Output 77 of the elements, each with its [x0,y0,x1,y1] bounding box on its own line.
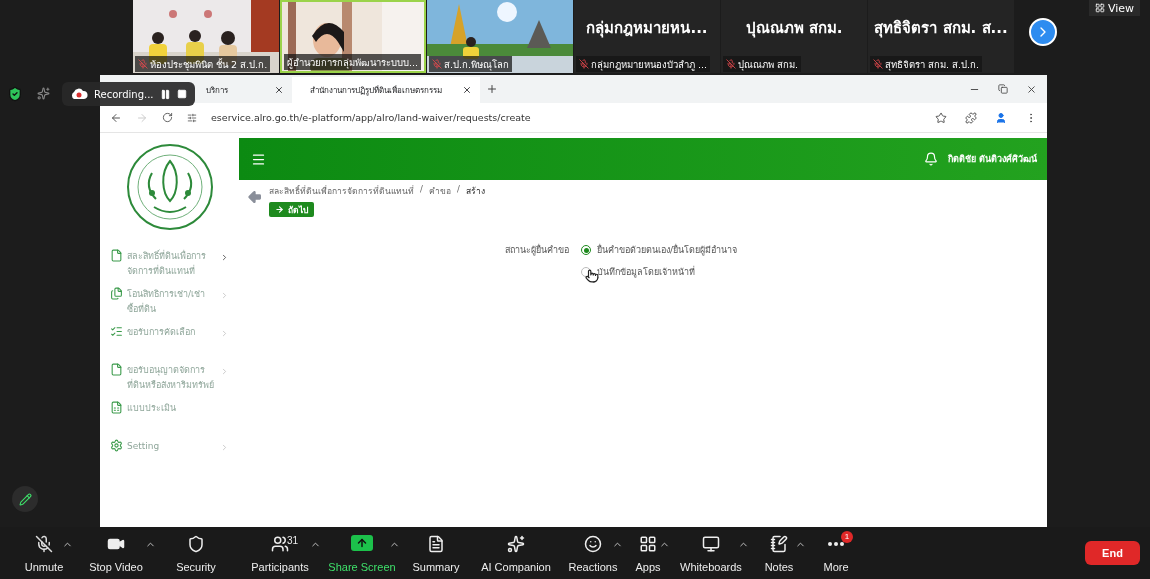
monitor-icon [702,535,720,553]
profile-icon[interactable] [995,111,1007,124]
bookmark-star-icon[interactable] [935,111,947,124]
microphone-off-icon [35,535,53,553]
site-settings-icon[interactable] [187,112,197,123]
participant-count: 31 [287,535,299,546]
extensions-icon[interactable] [965,111,977,124]
participant-display-name: กลุ่มกฎหมายหน... [586,17,708,40]
participant-display-name: สุทธิจิตรา สกม. ส... [874,17,1008,40]
pause-icon[interactable] [159,88,171,100]
sparkle-icon [507,535,525,553]
grid-icon [1094,3,1105,13]
whiteboards-button[interactable]: Whiteboards [670,531,752,575]
apps-icon [639,535,657,553]
video-button[interactable]: Stop Video [73,531,159,575]
sparkle-icon[interactable] [37,87,50,100]
breadcrumb-separator: / [420,184,423,196]
bell-icon[interactable] [923,152,938,166]
files-icon [110,287,123,300]
participant-name: ห้องประชุมพินิต ชั้น 2 ส.ป.ก. [150,57,268,72]
notes-button[interactable]: Notes [749,531,809,575]
restore-icon[interactable] [998,83,1008,94]
share-button[interactable]: Share Screen [321,531,403,575]
reload-icon[interactable] [162,112,173,123]
shield-icon [187,535,205,553]
breadcrumb-item: สร้าง [465,185,485,198]
back-icon[interactable] [110,111,122,124]
apps-button[interactable]: Apps [623,531,673,575]
view-button[interactable]: View [1088,0,1140,16]
next-page-button[interactable] [1029,18,1057,46]
breadcrumb-separator: / [456,184,460,196]
people-icon [271,535,289,553]
participant-name: ส.ป.ก.พิษณุโลก [444,57,510,72]
back-arrow-icon[interactable] [247,189,263,205]
annotate-button[interactable] [12,486,38,512]
more-button[interactable]: 1 More [806,531,866,575]
close-icon[interactable] [462,85,472,95]
address-field[interactable]: eservice.alro.go.th/e-platform/app/alro/land-waiver/requests/create [211,112,531,123]
end-button[interactable]: End [1085,541,1140,565]
shield-check-icon [7,86,23,102]
participant-name: ผู้อำนวยการกลุ่มพัฒนาระบบบ... [287,55,419,70]
summary-button[interactable]: Summary [400,531,472,575]
new-tab-icon[interactable] [486,83,498,95]
more-icon [828,542,844,546]
pencil-icon [18,492,32,506]
file-icon [110,249,123,262]
breadcrumb-item[interactable]: คำขอ [428,184,451,198]
menu-icon[interactable] [251,151,266,167]
share-screen-icon [351,535,373,551]
spreadsheet-icon [110,401,123,414]
next-button[interactable]: ถัดไป [269,202,314,217]
breadcrumb-item[interactable]: สละสิทธิ์ที่ดินเพื่อการจัดการที่ดินแทนที่ [269,184,414,198]
participant-name: ปุณณภพ สกม. [738,57,799,72]
radio-option[interactable]: ยื่นคำขอด้วยตนเอง/ยื่นโดยผู้มีอำนาจ [581,243,1047,257]
security-button[interactable]: Security [156,531,236,575]
close-icon[interactable] [274,85,284,95]
close-icon[interactable] [1026,83,1037,95]
smiley-icon [584,535,602,553]
hand-cursor-icon [585,269,599,283]
participant-display-name: ปุณณภพ สกม. [745,17,843,40]
notification-count: 1 [840,531,854,543]
stop-icon[interactable] [176,89,187,99]
mic-button[interactable]: Unmute [12,531,76,575]
participant-name: สุทธิจิตรา สกม. ส.ป.ก. [885,57,980,72]
settings-icon [110,439,123,452]
document-icon [427,535,445,553]
ai-button[interactable]: AI Companion [472,531,560,575]
file-icon [110,363,123,376]
field-label: สถานะผู้ยื่นคำขอ [504,243,569,257]
cloud-record-icon [70,88,88,100]
participants-button[interactable]: 31 Participants [236,531,324,575]
checklist-icon [110,325,123,338]
browser-tab[interactable]: สำนักงานการปฏิรูปที่ดินเพื่อเกษตรกรรม [292,77,480,103]
notepad-icon [770,535,788,553]
reactions-button[interactable]: Reactions [560,531,626,575]
participant-name: กลุ่มกฎหมายหนองบัวลำภู ... [591,57,708,72]
arrow-right-icon [275,205,284,214]
